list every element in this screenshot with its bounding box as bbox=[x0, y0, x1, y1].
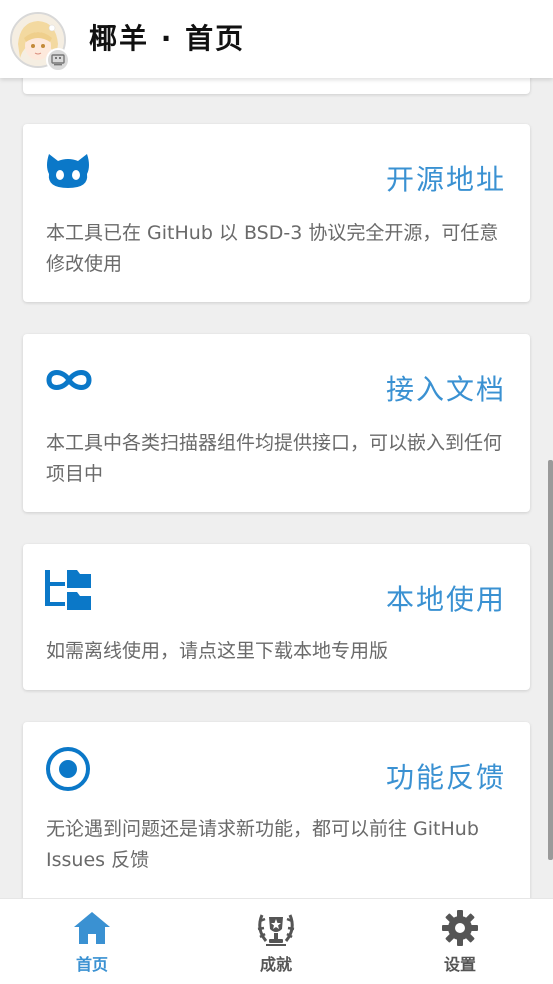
github-icon bbox=[45, 152, 91, 194]
bottom-nav: 首页 成就 设置 bbox=[0, 898, 553, 984]
nav-label: 首页 bbox=[75, 955, 108, 974]
avatar[interactable] bbox=[10, 12, 70, 72]
card-description: 本工具中各类扫描器组件均提供接口，可以嵌入到任何项目中 bbox=[46, 432, 503, 485]
card-description: 无论遇到问题还是请求新功能，都可以前往 GitHub Issues 反馈 bbox=[46, 818, 479, 871]
nav-item-home[interactable]: 首页 bbox=[0, 899, 184, 984]
card-integration-docs[interactable]: 接入文档 本工具中各类扫描器组件均提供接口，可以嵌入到任何项目中 bbox=[23, 334, 530, 512]
card-feedback[interactable]: 功能反馈 无论遇到问题还是请求新功能，都可以前往 GitHub Issues 反… bbox=[23, 722, 530, 898]
nav-item-settings[interactable]: 设置 bbox=[368, 899, 552, 984]
gear-icon bbox=[441, 907, 479, 949]
card-title: 接入文档 bbox=[385, 373, 506, 406]
page-title: 椰羊 · 首页 bbox=[89, 22, 246, 55]
trophy-wreath-icon bbox=[254, 907, 298, 949]
avatar-badge-icon bbox=[46, 48, 70, 72]
radio-target-icon bbox=[45, 746, 91, 796]
card-title: 开源地址 bbox=[385, 163, 506, 196]
nav-item-achievements[interactable]: 成就 bbox=[184, 899, 368, 984]
card-local-use[interactable]: 本地使用 如需离线使用，请点这里下载本地专用版 bbox=[23, 544, 530, 690]
app-header: 椰羊 · 首页 bbox=[0, 0, 553, 78]
scrollbar[interactable] bbox=[548, 460, 553, 860]
card-description: 如需离线使用，请点这里下载本地专用版 bbox=[46, 640, 389, 662]
home-icon bbox=[72, 907, 112, 949]
infinity-icon bbox=[45, 368, 93, 396]
card-title: 本地使用 bbox=[385, 583, 506, 616]
main-content[interactable]: 开源地址 本工具已在 GitHub 以 BSD-3 协议完全开源，可任意修改使用… bbox=[0, 0, 553, 898]
nav-label: 成就 bbox=[259, 955, 292, 974]
card-open-source[interactable]: 开源地址 本工具已在 GitHub 以 BSD-3 协议完全开源，可任意修改使用 bbox=[23, 124, 530, 302]
card-description: 本工具已在 GitHub 以 BSD-3 协议完全开源，可任意修改使用 bbox=[46, 222, 499, 275]
card-title: 功能反馈 bbox=[385, 761, 506, 794]
nav-label: 设置 bbox=[443, 955, 476, 974]
folder-tree-icon bbox=[45, 568, 93, 614]
